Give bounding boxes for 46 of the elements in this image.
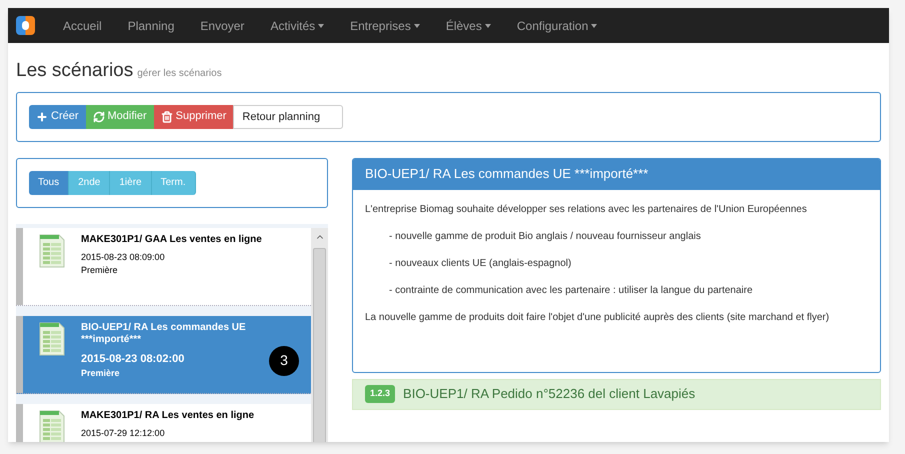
caret-icon	[484, 24, 491, 28]
detail-paragraph: L'entreprise Biomag souhaite développer ses relations avec les partenaires de l'Union Européennes	[365, 202, 808, 216]
plus-icon	[36, 110, 48, 122]
scenario-title: MAKE301P1/ GAA Les ventes en ligne	[81, 234, 262, 246]
scenario-title: BIO-UEP1/ RA Les commandes UE ***importé***	[81, 322, 247, 346]
refresh-icon	[92, 110, 105, 122]
nav-link[interactable]: Entreprises	[338, 16, 432, 34]
nav-link[interactable]: Planning	[116, 16, 186, 34]
scenario-title: MAKE301P1/ RA Les ventes en ligne	[81, 410, 254, 422]
input-field[interactable]: Retour planning	[233, 104, 344, 128]
callout-badge: 3	[269, 346, 299, 376]
next-activity-title: BIO-UEP1/ RA Pedido n°52236 del client Lavapiés	[403, 385, 696, 404]
detail-paragraph: - nouvelle gamme de produit Bio anglais / nouveau fournisseur anglais	[388, 230, 702, 244]
toolbar-button[interactable]: Créer	[29, 104, 86, 128]
page-subtitle: gérer les scénarios	[137, 67, 222, 81]
nav-link[interactable]: Envoyer	[188, 16, 256, 34]
filter-tab[interactable]: Tous	[29, 170, 70, 194]
spreadsheet-icon	[39, 234, 65, 268]
next-activity-bar[interactable]: 1.2.3 BIO-UEP1/ RA Pedido n°52236 del client Lavapiés	[352, 378, 881, 410]
version-badge: 1.2.3	[365, 385, 396, 403]
page-title: Les scénarios	[16, 59, 134, 83]
caret-icon	[414, 24, 420, 28]
scenario-date: 2015-08-23 08:02:00	[81, 352, 184, 366]
detail-paragraph: La nouvelle gamme de produits doit faire l'objet d'une publicité auprès des clients (site marchand et flyer)	[365, 310, 830, 324]
detail-paragraph: - contrainte de communication avec les partenaire : utiliser la langue du partenaire	[388, 284, 754, 298]
detail-title: BIO-UEP1/ RA Les commandes UE ***importé***	[353, 158, 880, 190]
spreadsheet-icon	[39, 322, 65, 356]
scenario-level: Première	[81, 367, 120, 380]
caret-icon	[591, 24, 598, 28]
scenario-item[interactable]: MAKE301P1/ GAA Les ventes en ligne 2015-08-23 08:09:00 Première	[16, 228, 311, 306]
scenario-item[interactable]: MAKE301P1/ RA Les ventes en ligne 2015-07-29 12:12:00	[16, 404, 311, 442]
detail-paragraph: - nouveaux clients UE (anglais-espagnol)	[388, 256, 572, 270]
scrollbar-thumb[interactable]	[313, 248, 326, 442]
nav-link[interactable]: Accueil	[51, 16, 114, 34]
scenario-date: 2015-08-23 08:09:00	[81, 250, 165, 264]
nav-link[interactable]: Configuration	[504, 16, 610, 34]
nav-link[interactable]: Activités	[258, 16, 336, 34]
nav-link[interactable]: Élèves	[434, 16, 503, 34]
scenario-item[interactable]: BIO-UEP1/ RA Les commandes UE ***importé*** 2015-08-23 08:02:00 Première 3	[16, 316, 311, 394]
trash-icon	[160, 110, 173, 122]
scenario-level: Première	[81, 264, 118, 277]
spreadsheet-icon	[39, 410, 65, 442]
toolbar-button[interactable]: Supprimer	[154, 104, 234, 128]
app-logo-icon	[16, 16, 35, 35]
scenario-date: 2015-07-29 12:12:00	[81, 426, 165, 440]
caret-icon	[318, 24, 324, 28]
